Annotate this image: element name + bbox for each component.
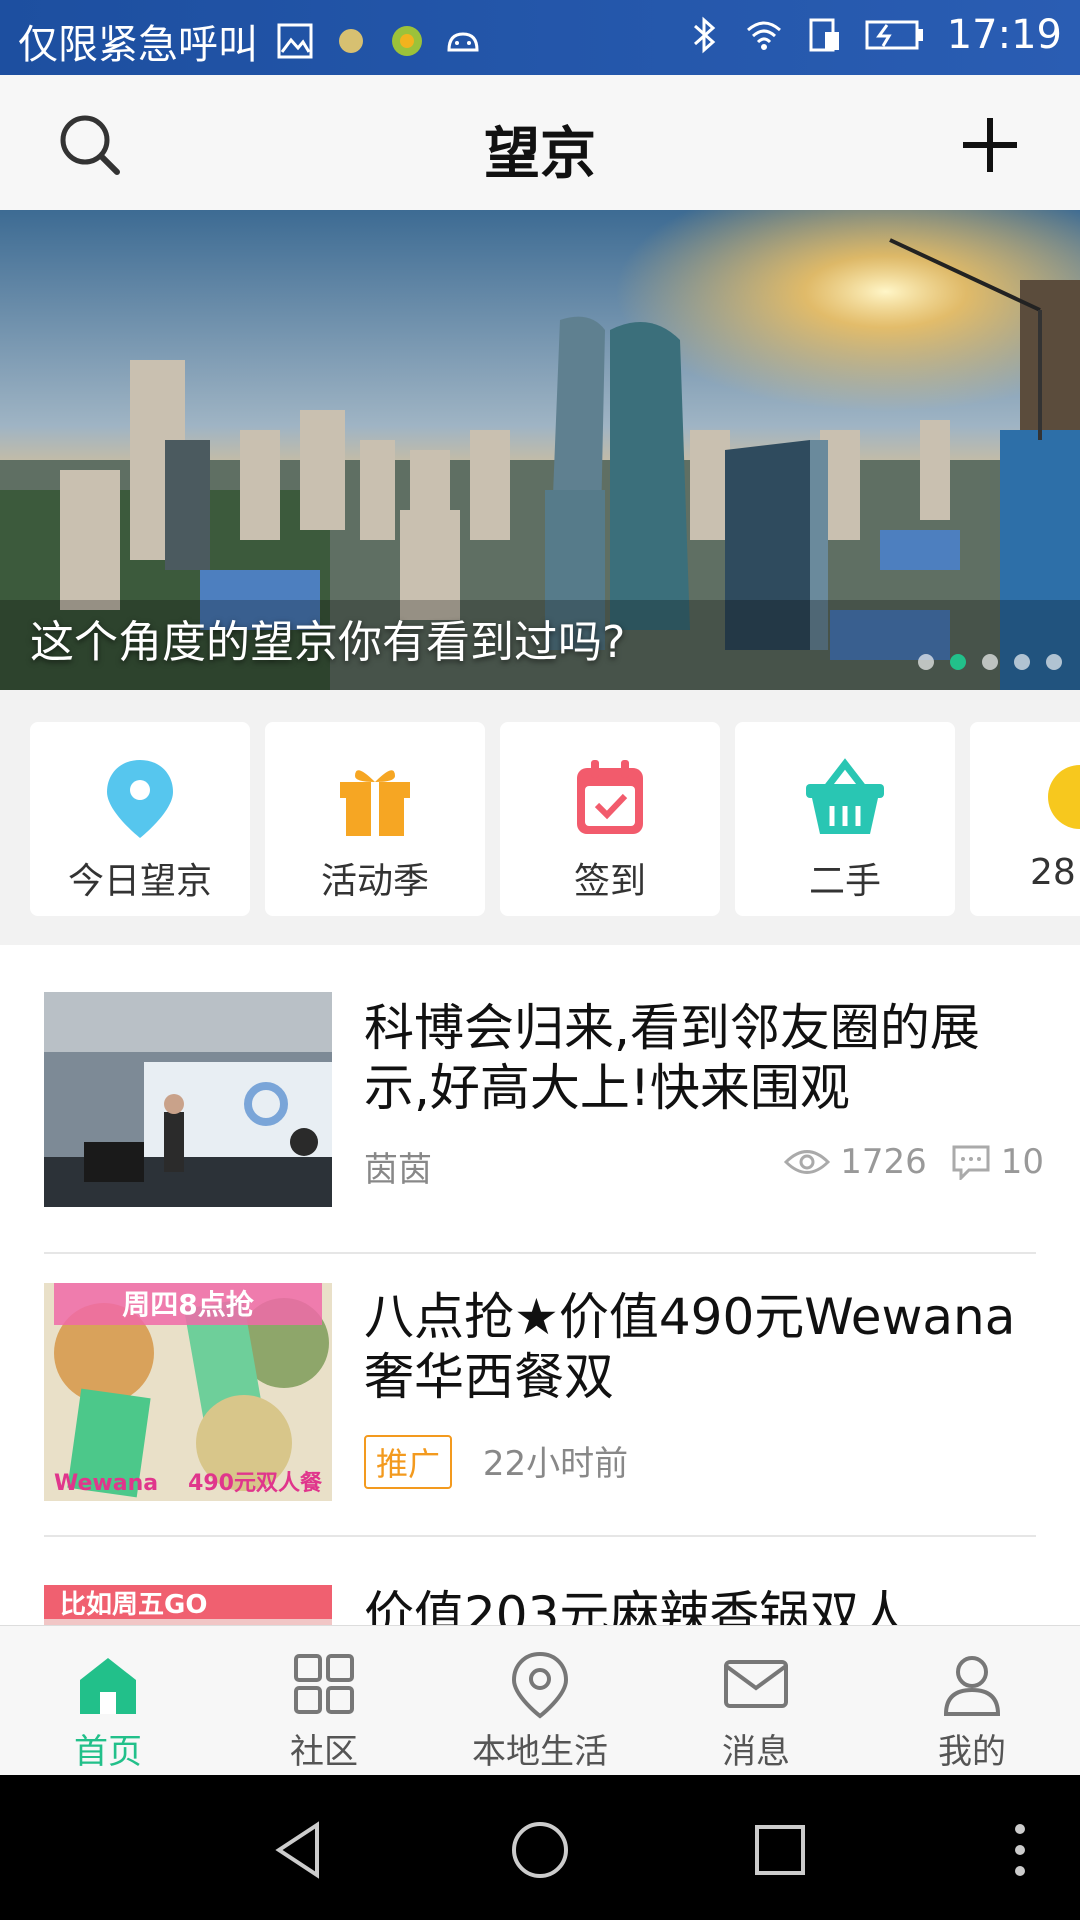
feed-item-title: 价值203元麻辣香锅双人 [364, 1586, 910, 1625]
home-circle-icon[interactable] [505, 1815, 575, 1885]
news-feed: 科博会归来,看到邻友圈的展示,好高大上!快来围观 茵茵 1726 10 周四8点… [0, 945, 1080, 1625]
feed-item-thumbnail: 比如周五GO [44, 1585, 332, 1625]
status-bar: 仅限紧急呼叫 17:19 [0, 0, 1080, 75]
back-icon[interactable] [265, 1815, 335, 1885]
user-icon [943, 1656, 1001, 1716]
location-pin-icon [107, 760, 173, 838]
android-icon [447, 32, 479, 52]
feed-item-title: 八点抢★价值490元Wewana奢华西餐双 [364, 1288, 1016, 1406]
home-icon [80, 1658, 136, 1714]
location-pin-icon [511, 1651, 569, 1719]
banner-caption: 这个角度的望京你有看到过吗? [30, 617, 626, 668]
thumbnail-promo-text: 比如周五GO [60, 1590, 207, 1620]
gallery-icon [277, 23, 313, 59]
notification-dot-icon [339, 29, 363, 53]
feed-item-thumbnail: 周四8点抢 Wewana 490元双人餐 [44, 1283, 332, 1501]
tab-profile[interactable]: 我的 [864, 1626, 1080, 1776]
thumbnail-promo-text: 周四8点抢 [122, 1288, 254, 1321]
comment-icon [952, 1145, 990, 1180]
recent-apps-icon[interactable] [745, 1815, 815, 1885]
grid-icon [294, 1654, 354, 1714]
thumbnail-brand-text: Wewana [54, 1471, 158, 1496]
carousel-indicator [918, 654, 1062, 670]
add-icon[interactable] [955, 110, 1025, 180]
bottom-tab-bar: 首页 社区 本地生活 消息 我的 [0, 1625, 1080, 1776]
divider [44, 1252, 1036, 1254]
banner-carousel[interactable]: 这个角度的望京你有看到过吗? [0, 210, 1080, 690]
more-options-icon[interactable] [985, 1815, 1055, 1885]
tab-messages[interactable]: 消息 [648, 1626, 864, 1776]
shortcut-weather[interactable]: 28 [970, 722, 1080, 916]
promo-badge: 推广 [364, 1435, 453, 1489]
feed-item-time: 22小时前 [482, 1444, 629, 1484]
shortcut-activity-season[interactable]: 活动季 [265, 722, 485, 916]
feed-item[interactable]: 周四8点抢 Wewana 490元双人餐 八点抢★价值490元Wewana奢华西… [44, 1283, 1044, 1501]
feed-item[interactable]: 比如周五GO 价值203元麻辣香锅双人 [44, 1585, 1044, 1625]
sun-icon [1048, 765, 1080, 829]
thumbnail-price-text: 490元双人餐 [188, 1471, 323, 1496]
carousel-dot [1046, 654, 1062, 670]
views-eye-icon [784, 1150, 831, 1174]
bluetooth-icon [693, 16, 715, 54]
shortcut-check-in[interactable]: 签到 [500, 722, 720, 916]
shortcut-today-wangjing[interactable]: 今日望京 [30, 722, 250, 916]
carousel-dot [982, 654, 998, 670]
wifi-icon [746, 21, 781, 50]
carousel-dot [918, 654, 934, 670]
shortcut-strip: 今日望京 活动季 签到 二手 28 [0, 690, 1080, 945]
carrier-text: 仅限紧急呼叫 [18, 22, 258, 68]
carousel-dot [1014, 654, 1030, 670]
page-title: 望京 [484, 122, 596, 187]
gift-icon [340, 770, 410, 836]
feed-item[interactable]: 科博会归来,看到邻友圈的展示,好高大上!快来围观 茵茵 1726 10 [44, 992, 1044, 1207]
feed-item-title: 科博会归来,看到邻友圈的展示,好高大上!快来围观 [364, 999, 980, 1117]
feed-item-author: 茵茵 [364, 1150, 432, 1190]
battery-icon [865, 20, 923, 50]
shortcut-second-hand[interactable]: 二手 [735, 722, 955, 916]
feed-item-comments: 10 [1000, 1142, 1044, 1182]
top-app-bar: 望京 [0, 75, 1080, 211]
tab-local-life[interactable]: 本地生活 [432, 1626, 648, 1776]
feed-item-thumbnail [44, 992, 332, 1207]
divider [44, 1535, 1036, 1537]
carousel-dot-active [950, 654, 966, 670]
clock: 17:19 [946, 12, 1062, 58]
mail-icon [724, 1660, 788, 1708]
system-nav-bar [0, 1775, 1080, 1920]
tab-home[interactable]: 首页 [0, 1626, 216, 1776]
app-notification-icon [392, 26, 422, 56]
basket-icon [806, 758, 884, 834]
feed-item-views: 1726 [840, 1142, 927, 1182]
sim-card-icon [809, 18, 839, 52]
tab-community[interactable]: 社区 [216, 1626, 432, 1776]
calendar-check-icon [577, 760, 643, 834]
